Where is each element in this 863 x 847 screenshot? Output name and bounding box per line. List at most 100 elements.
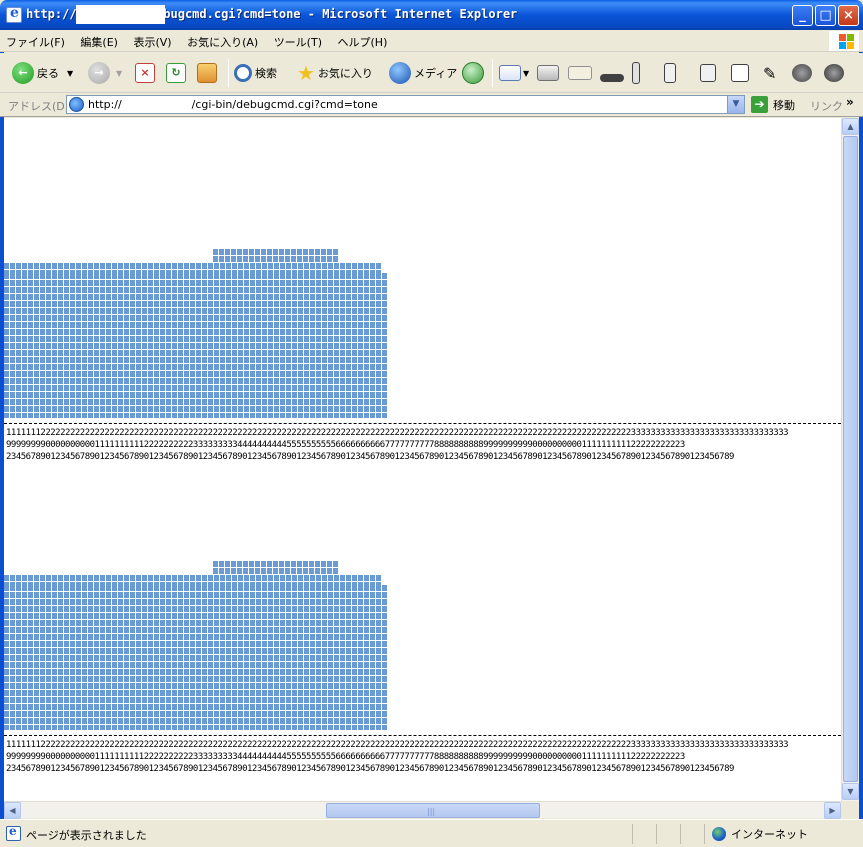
mail-icon — [499, 65, 521, 81]
ie-icon — [6, 5, 22, 23]
search-icon — [234, 64, 252, 82]
tool-button-3[interactable] — [700, 61, 716, 85]
toolbar-separator — [228, 59, 229, 87]
menu-help[interactable]: ヘルプ(H) — [332, 30, 394, 52]
menu-file[interactable]: ファイル(F) — [0, 30, 71, 52]
title-bar: http:// /cgi-bin/debugcmd.cgi?cmd=tone -… — [0, 0, 863, 30]
tone-bar-main — [4, 575, 381, 585]
go-arrow-icon: ➔ — [751, 96, 768, 113]
tool-button-1[interactable] — [632, 61, 640, 85]
calculator-icon — [700, 64, 716, 82]
refresh-icon: ↻ — [166, 63, 186, 83]
back-button[interactable]: ← 戻る ▼ — [12, 61, 73, 85]
address-bar: アドレス(D) http:// /cgi-bin/debugcmd.cgi?cm… — [0, 93, 863, 117]
redacted-host — [76, 5, 165, 24]
tone-bar-top — [213, 561, 339, 575]
tone-bar-top — [213, 249, 339, 263]
forward-arrow-icon: → — [88, 62, 110, 84]
scale-row-3: 2345678901234567890123456789012345678901… — [6, 764, 734, 774]
scroll-right-icon[interactable]: ▶ — [824, 802, 841, 819]
tone-bars-2 — [4, 561, 394, 731]
media-label: メディア — [414, 67, 458, 80]
history-icon — [462, 62, 484, 84]
tool-button-5[interactable]: ✎ — [763, 61, 776, 85]
status-panel — [704, 824, 705, 844]
scroll-left-icon[interactable]: ◀ — [4, 802, 21, 819]
stop-button[interactable]: × — [135, 61, 155, 85]
scale-row-2: 9999999900000000001111111111222222222233… — [6, 440, 685, 450]
favorites-button[interactable]: ★ お気に入り — [297, 61, 373, 85]
address-dropdown-icon[interactable]: ▼ — [727, 96, 744, 113]
settings-icon — [824, 64, 844, 82]
mail-button[interactable]: ▼ — [499, 61, 529, 85]
status-bar: ページが表示されました インターネット — [0, 819, 863, 847]
tone-bars-1 — [4, 249, 394, 419]
tool-button-4[interactable] — [731, 61, 749, 85]
tool-button-6[interactable] — [792, 61, 812, 85]
maximize-button[interactable]: □ — [815, 5, 836, 26]
address-label: アドレス(D) — [8, 100, 70, 113]
print-button[interactable] — [537, 61, 559, 85]
search-button[interactable]: 検索 — [234, 61, 277, 85]
divider — [4, 423, 841, 424]
status-panel — [656, 824, 657, 844]
forward-dropdown-icon[interactable]: ▼ — [116, 69, 122, 78]
media-icon — [389, 62, 411, 84]
favorites-label: お気に入り — [317, 67, 373, 80]
scroll-down-icon[interactable]: ▼ — [842, 783, 859, 800]
back-dropdown-icon[interactable]: ▼ — [67, 69, 73, 78]
edit-button[interactable] — [568, 61, 592, 85]
horizontal-scrollbar[interactable]: ◀ ||| ▶ — [4, 801, 841, 819]
minimize-button[interactable]: _ — [792, 5, 813, 26]
scroll-corner — [841, 801, 858, 818]
menu-edit[interactable]: 編集(E) — [74, 30, 124, 52]
stop-icon: × — [135, 63, 155, 83]
toolbar: ← 戻る ▼ → ▼ × ↻ 検索 ★ お気に入り メディア ▼ ✎ — [0, 53, 863, 93]
close-button[interactable]: × — [838, 5, 859, 26]
page-status-icon — [6, 824, 21, 841]
tone-bar-main — [4, 263, 381, 273]
go-label: 移動 — [773, 98, 795, 112]
scale-row-1: 1111111222222222222222222222222222222222… — [6, 428, 789, 438]
windows-logo-icon — [829, 31, 859, 51]
tone-bar-main — [4, 585, 387, 730]
mail-dropdown-icon[interactable]: ▼ — [523, 69, 529, 78]
home-button[interactable] — [197, 61, 217, 85]
media-button[interactable]: メディア — [389, 61, 457, 85]
star-icon: ★ — [297, 61, 315, 85]
vertical-scrollbar[interactable]: ▲ ▼ — [841, 118, 859, 801]
forward-button[interactable]: → ▼ — [88, 61, 122, 85]
menu-bar: ファイル(F) 編集(E) 表示(V) お気に入り(A) ツール(T) ヘルプ(… — [0, 30, 863, 52]
tool-button-7[interactable] — [824, 61, 844, 85]
pen-icon: ✎ — [763, 63, 777, 83]
menu-tools[interactable]: ツール(T) — [268, 30, 328, 52]
scroll-up-icon[interactable]: ▲ — [842, 118, 859, 135]
address-url[interactable]: http:// /cgi-bin/debugcmd.cgi?cmd=tone — [88, 98, 378, 111]
device-icon — [632, 62, 640, 84]
status-panel — [680, 824, 681, 844]
status-text: ページが表示されました — [26, 829, 147, 842]
menu-view[interactable]: 表示(V) — [127, 30, 177, 52]
search-label: 検索 — [255, 67, 277, 80]
scale-row-3: 2345678901234567890123456789012345678901… — [6, 452, 734, 462]
go-button[interactable]: ➔ 移動 — [751, 96, 795, 113]
messenger-button[interactable] — [600, 61, 624, 85]
security-zone[interactable]: インターネット — [712, 826, 808, 842]
scale-row-1: 1111111222222222222222222222222222222222… — [6, 740, 789, 750]
toolbar-separator — [492, 59, 493, 87]
address-input[interactable]: http:// /cgi-bin/debugcmd.cgi?cmd=tone ▼ — [66, 95, 745, 114]
home-icon — [197, 63, 217, 83]
speaker-icon — [664, 63, 676, 83]
window-frame-right — [859, 30, 863, 819]
horizontal-scroll-thumb[interactable]: ||| — [326, 803, 540, 818]
tool-button-2[interactable] — [664, 61, 676, 85]
history-button[interactable] — [462, 61, 484, 85]
links-label[interactable]: リンク — [810, 98, 843, 114]
menu-favorites[interactable]: お気に入り(A) — [181, 30, 264, 52]
refresh-button[interactable]: ↻ — [166, 61, 186, 85]
scale-row-2: 9999999900000000001111111111222222222233… — [6, 752, 685, 762]
divider — [4, 735, 841, 736]
links-chevron-icon[interactable]: » — [846, 95, 854, 109]
status-panel — [632, 824, 633, 844]
vertical-scroll-thumb[interactable] — [843, 136, 858, 782]
